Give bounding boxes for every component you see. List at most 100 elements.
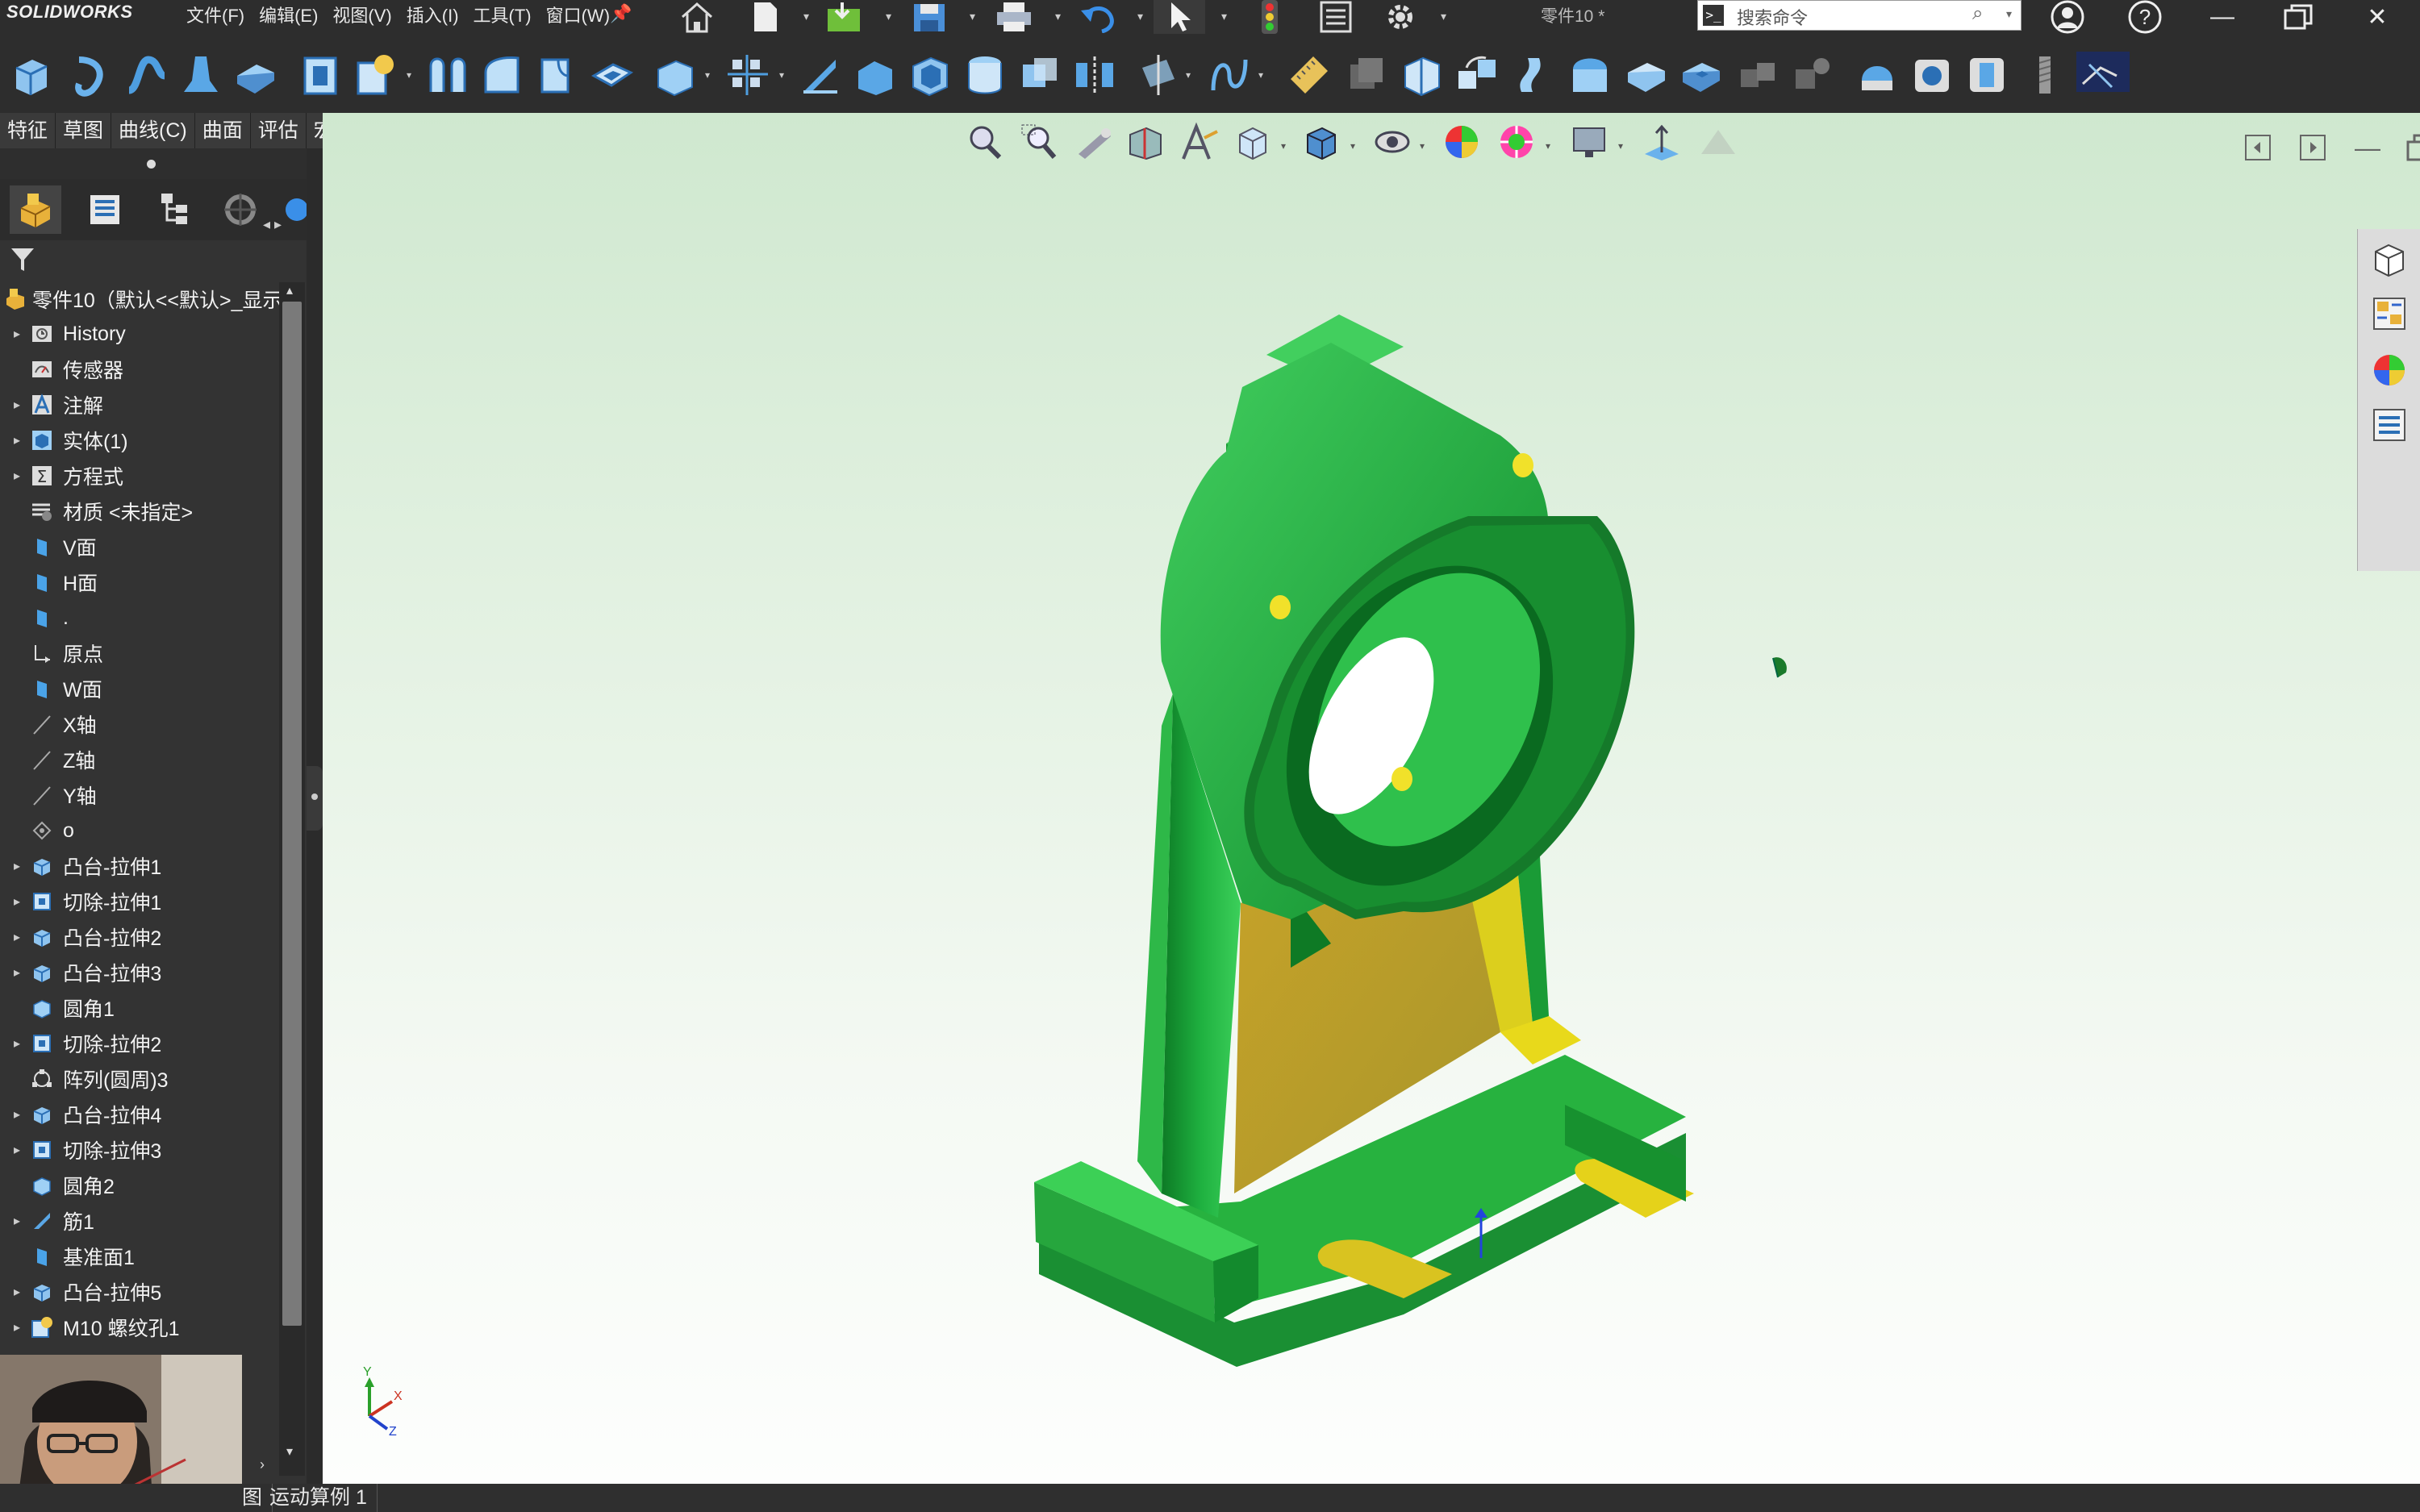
- menu-file[interactable]: 文件(F): [179, 3, 252, 29]
- select-dropdown-icon[interactable]: ▾: [1221, 10, 1227, 23]
- save-dropdown-icon[interactable]: ▾: [970, 10, 975, 23]
- options-dropdown-icon[interactable]: ▾: [1441, 10, 1446, 23]
- search-icon[interactable]: ⌕: [1972, 2, 1983, 25]
- tree-item[interactable]: 基准面1: [0, 1239, 279, 1274]
- help-icon[interactable]: ?: [2117, 0, 2173, 34]
- draft-icon[interactable]: [852, 52, 899, 98]
- reference-geometry-icon[interactable]: [1134, 52, 1181, 98]
- minimize-window-icon[interactable]: —: [2194, 0, 2251, 34]
- tree-item[interactable]: 原点: [0, 635, 279, 671]
- revolved-boss-icon[interactable]: [68, 52, 115, 98]
- close-window-icon[interactable]: ✕: [2349, 0, 2405, 34]
- fillet-icon[interactable]: [652, 52, 699, 98]
- hole-wizard-icon[interactable]: [352, 52, 398, 98]
- appearances-scenes-icon[interactable]: [2366, 347, 2413, 394]
- mirror-icon[interactable]: [1071, 52, 1118, 98]
- panel-expand-arrow-icon[interactable]: ›: [260, 1456, 265, 1473]
- tab-evaluate[interactable]: 评估: [250, 113, 307, 148]
- panel-splitter[interactable]: [307, 766, 323, 831]
- tree-item[interactable]: ▸ Σ 方程式: [0, 458, 279, 494]
- home-icon[interactable]: [674, 0, 720, 34]
- tree-item[interactable]: ▸ 凸台-拉伸5: [0, 1274, 279, 1310]
- print-icon[interactable]: [989, 0, 1039, 34]
- tree-item[interactable]: Z轴: [0, 742, 279, 777]
- tree-scrollbar[interactable]: ▴ ▾: [279, 282, 305, 1476]
- propertymanager-tab-icon[interactable]: [79, 185, 131, 234]
- cavity-icon[interactable]: [1909, 52, 1955, 98]
- new-dropdown-icon[interactable]: ▾: [803, 10, 809, 23]
- tree-item[interactable]: ▸ 切除-拉伸3: [0, 1132, 279, 1168]
- open-document-icon[interactable]: [821, 0, 870, 34]
- design-library-icon[interactable]: [2366, 290, 2413, 337]
- swept-cut-icon[interactable]: [479, 52, 526, 98]
- lofted-boss-icon[interactable]: [177, 52, 224, 98]
- tab-curves[interactable]: 曲线(C): [111, 113, 195, 148]
- expand-arrow-icon[interactable]: ▸: [8, 432, 26, 448]
- lofted-cut-icon[interactable]: [534, 52, 581, 98]
- flex-icon[interactable]: [1510, 52, 1557, 98]
- panel-grip-icon[interactable]: [147, 160, 156, 169]
- tree-item[interactable]: ▸ 切除-拉伸1: [0, 884, 279, 919]
- tab-sketch[interactable]: 草图: [56, 113, 112, 148]
- file-properties-icon[interactable]: [1312, 0, 1360, 34]
- expand-arrow-icon[interactable]: ▸: [8, 326, 26, 342]
- split-line-icon[interactable]: [1399, 52, 1446, 98]
- expand-arrow-icon[interactable]: ▸: [8, 1213, 26, 1229]
- restore-window-icon[interactable]: [2270, 0, 2326, 34]
- user-account-icon[interactable]: [2039, 0, 2096, 34]
- tree-item[interactable]: H面: [0, 564, 279, 600]
- tree-item[interactable]: V面: [0, 529, 279, 564]
- swept-boss-icon[interactable]: [123, 52, 169, 98]
- tree-item[interactable]: X轴: [0, 706, 279, 742]
- tree-item[interactable]: ▸ 切除-拉伸2: [0, 1026, 279, 1061]
- expand-arrow-icon[interactable]: ▸: [8, 964, 26, 981]
- bearing-bracket-model[interactable]: [323, 113, 2420, 1484]
- tree-item[interactable]: ▸ 实体(1): [0, 423, 279, 458]
- menu-window[interactable]: 窗口(W): [539, 3, 617, 29]
- filter-icon[interactable]: [8, 245, 40, 277]
- indent-icon[interactable]: [1678, 52, 1725, 98]
- instant3d-icon[interactable]: [1342, 52, 1389, 98]
- deform-icon[interactable]: [1623, 52, 1670, 98]
- tree-item[interactable]: ▸ 凸台-拉伸2: [0, 919, 279, 955]
- rib-icon[interactable]: [797, 52, 844, 98]
- fastening-feature-icon[interactable]: [1789, 52, 1836, 98]
- expand-arrow-icon[interactable]: ▸: [8, 929, 26, 945]
- sphere-icon[interactable]: [1854, 52, 1901, 98]
- expand-arrow-icon[interactable]: ▸: [8, 1106, 26, 1123]
- print-dropdown-icon[interactable]: ▾: [1055, 10, 1061, 23]
- fillet-dropdown-icon[interactable]: ▾: [705, 69, 710, 81]
- pin-menu-icon[interactable]: 📌: [610, 3, 632, 24]
- dome-icon[interactable]: [1567, 52, 1613, 98]
- intersect-icon[interactable]: [1016, 52, 1063, 98]
- reference-dropdown-icon[interactable]: ▾: [1186, 69, 1191, 81]
- panel-tab-scroll-icon[interactable]: ◂ ▸: [263, 216, 282, 233]
- scroll-down-icon[interactable]: ▾: [286, 1443, 293, 1460]
- extruded-cut-icon[interactable]: [297, 52, 344, 98]
- curves-icon[interactable]: [1205, 52, 1252, 98]
- tree-root-part[interactable]: 零件10（默认<<默认>_显示状态 1>）: [0, 282, 279, 316]
- expand-arrow-icon[interactable]: ▸: [8, 1284, 26, 1300]
- select-icon[interactable]: [1154, 0, 1205, 34]
- search-dropdown-icon[interactable]: ▾: [2006, 7, 2012, 21]
- menu-view[interactable]: 视图(V): [325, 3, 398, 29]
- scroll-thumb[interactable]: [282, 302, 302, 1326]
- hole-dropdown-icon[interactable]: ▾: [407, 69, 411, 81]
- cylinder-icon[interactable]: [1963, 52, 2010, 98]
- rebuild-icon[interactable]: [1247, 0, 1292, 34]
- solidworks-resources-icon[interactable]: [2366, 235, 2413, 282]
- display-manager-tab-icon[interactable]: [277, 185, 307, 234]
- featuremanager-tab-icon[interactable]: [10, 185, 61, 234]
- undo-dropdown-icon[interactable]: ▾: [1137, 10, 1143, 23]
- wrap-icon[interactable]: [962, 52, 1008, 98]
- curves-dropdown-icon[interactable]: ▾: [1258, 69, 1263, 81]
- revolved-cut-icon[interactable]: [424, 52, 471, 98]
- new-document-icon[interactable]: [745, 0, 786, 34]
- tab-surfaces[interactable]: 曲面: [194, 113, 251, 148]
- tree-item[interactable]: 圆角1: [0, 990, 279, 1026]
- menu-tools[interactable]: 工具(T): [466, 3, 539, 29]
- expand-arrow-icon[interactable]: ▸: [8, 1142, 26, 1158]
- options-gear-icon[interactable]: [1376, 0, 1425, 34]
- tab-features[interactable]: 特征: [0, 113, 56, 148]
- open-dropdown-icon[interactable]: ▾: [886, 10, 891, 23]
